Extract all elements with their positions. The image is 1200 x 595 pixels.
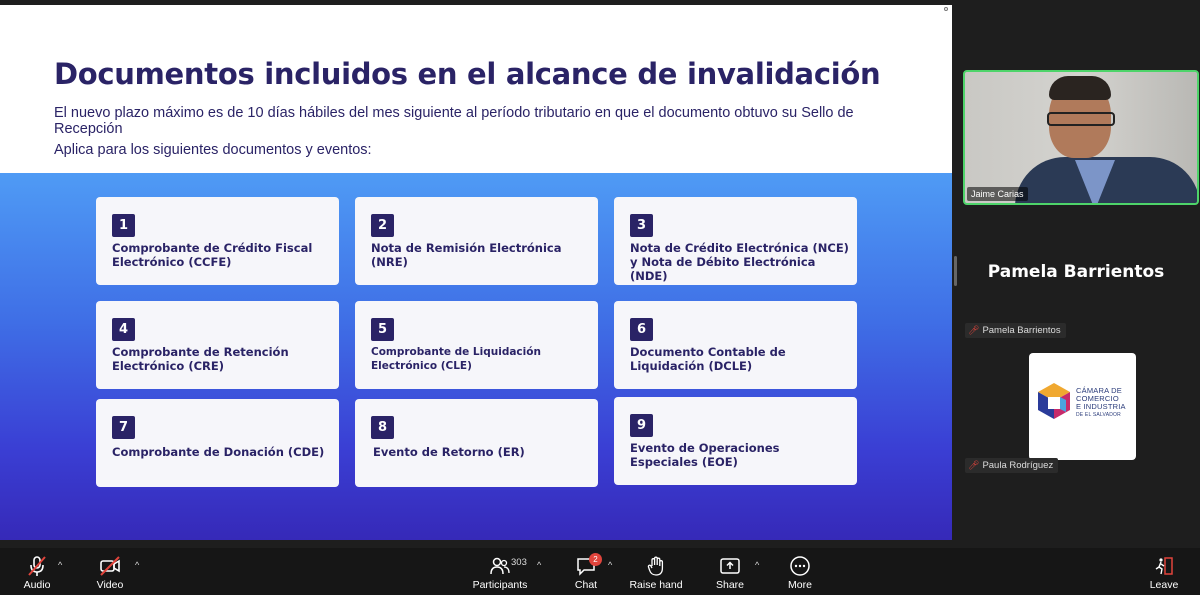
card-number: 5 <box>371 318 394 341</box>
video-button[interactable]: Video <box>88 548 132 595</box>
participant-tile-label: 🎤︎ Paula Rodríguez <box>965 458 1059 473</box>
participants-options-caret-icon[interactable]: ^ <box>537 560 541 570</box>
participants-count: 303 <box>511 557 527 568</box>
participants-button[interactable]: Participants <box>470 548 530 595</box>
mic-off-icon <box>14 555 60 577</box>
chat-label: Chat <box>574 579 598 591</box>
card-text: Comprobante de Donación (CDE) <box>112 445 325 459</box>
card-text: Nota de Remisión Electrónica (NRE) <box>371 241 562 269</box>
participant-tile-label: 🎤︎ Pamela Barrientos <box>965 323 1066 338</box>
audio-label: Audio <box>23 579 51 591</box>
zoom-meeting-window: Documentos incluidos en el alcance de in… <box>0 0 1200 595</box>
raise-hand-icon <box>628 555 684 577</box>
card-text: Evento de Operaciones Especiales (EOE) <box>630 441 780 469</box>
speaker-glasses <box>1047 112 1115 126</box>
participants-label: Participants <box>472 579 528 591</box>
mic-muted-icon: 🎤︎ <box>968 460 980 470</box>
slide-subtitle-2: Aplica para los siguientes documentos y … <box>54 142 372 158</box>
card-text: Comprobante de Liquidación Electrónico (… <box>371 346 541 372</box>
audio-button[interactable]: Audio <box>14 548 60 595</box>
chat-unread-badge: 2 <box>589 553 602 566</box>
leave-door-icon <box>1146 555 1182 577</box>
leave-button[interactable]: Leave <box>1146 548 1182 595</box>
document-card: 2 Nota de Remisión Electrónica (NRE) <box>355 197 598 285</box>
video-name-tag: Jaime Carias <box>967 187 1028 201</box>
document-card: 4 Comprobante de Retención Electrónico (… <box>96 301 339 389</box>
card-number: 6 <box>630 318 653 341</box>
chat-options-caret-icon[interactable]: ^ <box>608 560 612 570</box>
card-text: Comprobante de Retención Electrónico (CR… <box>112 345 289 373</box>
document-card: 3 Nota de Crédito Electrónica (NCE) y No… <box>614 197 857 285</box>
document-card: 8 Evento de Retorno (ER) <box>355 399 598 487</box>
document-card: 7 Comprobante de Donación (CDE) <box>96 399 339 487</box>
raise-hand-label: Raise hand <box>629 579 683 591</box>
share-options-caret-icon[interactable]: ^ <box>755 560 759 570</box>
slide-subtitle: El nuevo plazo máximo es de 10 días hábi… <box>54 105 854 137</box>
video-tile-jaime[interactable]: Jaime Carias <box>963 70 1199 205</box>
raise-hand-button[interactable]: Raise hand <box>628 548 684 595</box>
card-text: Evento de Retorno (ER) <box>373 445 525 459</box>
audio-options-caret-icon[interactable]: ^ <box>58 560 62 570</box>
card-number: 1 <box>112 214 135 237</box>
document-card: 5 Comprobante de Liquidación Electrónico… <box>355 301 598 389</box>
share-label: Share <box>715 579 745 591</box>
card-text: Comprobante de Crédito Fiscal Electrónic… <box>112 241 313 269</box>
video-off-icon <box>88 555 132 577</box>
card-number: 9 <box>630 414 653 437</box>
chamber-logo-text: CÁMARA DE COMERCIO E INDUSTRIA DE EL SAL… <box>1076 386 1126 419</box>
share-button[interactable]: Share <box>712 548 748 595</box>
slide-title: Documentos incluidos en el alcance de in… <box>54 57 881 91</box>
card-number: 8 <box>371 416 394 439</box>
card-text: Documento Contable de Liquidación (DCLE) <box>630 345 786 373</box>
participant-name: Pamela Barrientos <box>982 325 1061 336</box>
card-number: 3 <box>630 214 653 237</box>
card-number: 7 <box>112 416 135 439</box>
more-label: More <box>788 579 812 591</box>
active-speaker-name: Pamela Barrientos <box>987 262 1165 282</box>
card-text: Nota de Crédito Electrónica (NCE) y Nota… <box>630 241 849 283</box>
chamber-logo-icon <box>1038 383 1070 419</box>
participant-logo-tile[interactable]: CÁMARA DE COMERCIO E INDUSTRIA DE EL SAL… <box>1029 353 1136 460</box>
document-card: 1 Comprobante de Crédito Fiscal Electrón… <box>96 197 339 285</box>
video-options-caret-icon[interactable]: ^ <box>135 560 139 570</box>
meeting-toolbar: Audio ^ Video ^ Participants 303 ^ Chat … <box>0 548 1200 595</box>
slide-card-area: 1 Comprobante de Crédito Fiscal Electrón… <box>0 173 952 540</box>
shared-slide: Documentos incluidos en el alcance de in… <box>0 5 952 540</box>
more-options-icon <box>782 555 818 577</box>
document-card: 9 Evento de Operaciones Especiales (EOE) <box>614 397 857 485</box>
document-card: 6 Documento Contable de Liquidación (DCL… <box>614 301 857 389</box>
more-button[interactable]: More <box>782 548 818 595</box>
corner-indicator-icon <box>944 7 948 11</box>
mic-muted-icon: 🎤︎ <box>968 325 980 335</box>
share-screen-icon <box>712 555 748 577</box>
participant-name: Paula Rodríguez <box>982 460 1054 471</box>
slide-header: Documentos incluidos en el alcance de in… <box>0 5 952 173</box>
card-number: 4 <box>112 318 135 341</box>
speaker-hair <box>1049 76 1111 100</box>
video-label: Video <box>96 579 124 591</box>
leave-label: Leave <box>1149 579 1179 591</box>
card-number: 2 <box>371 214 394 237</box>
